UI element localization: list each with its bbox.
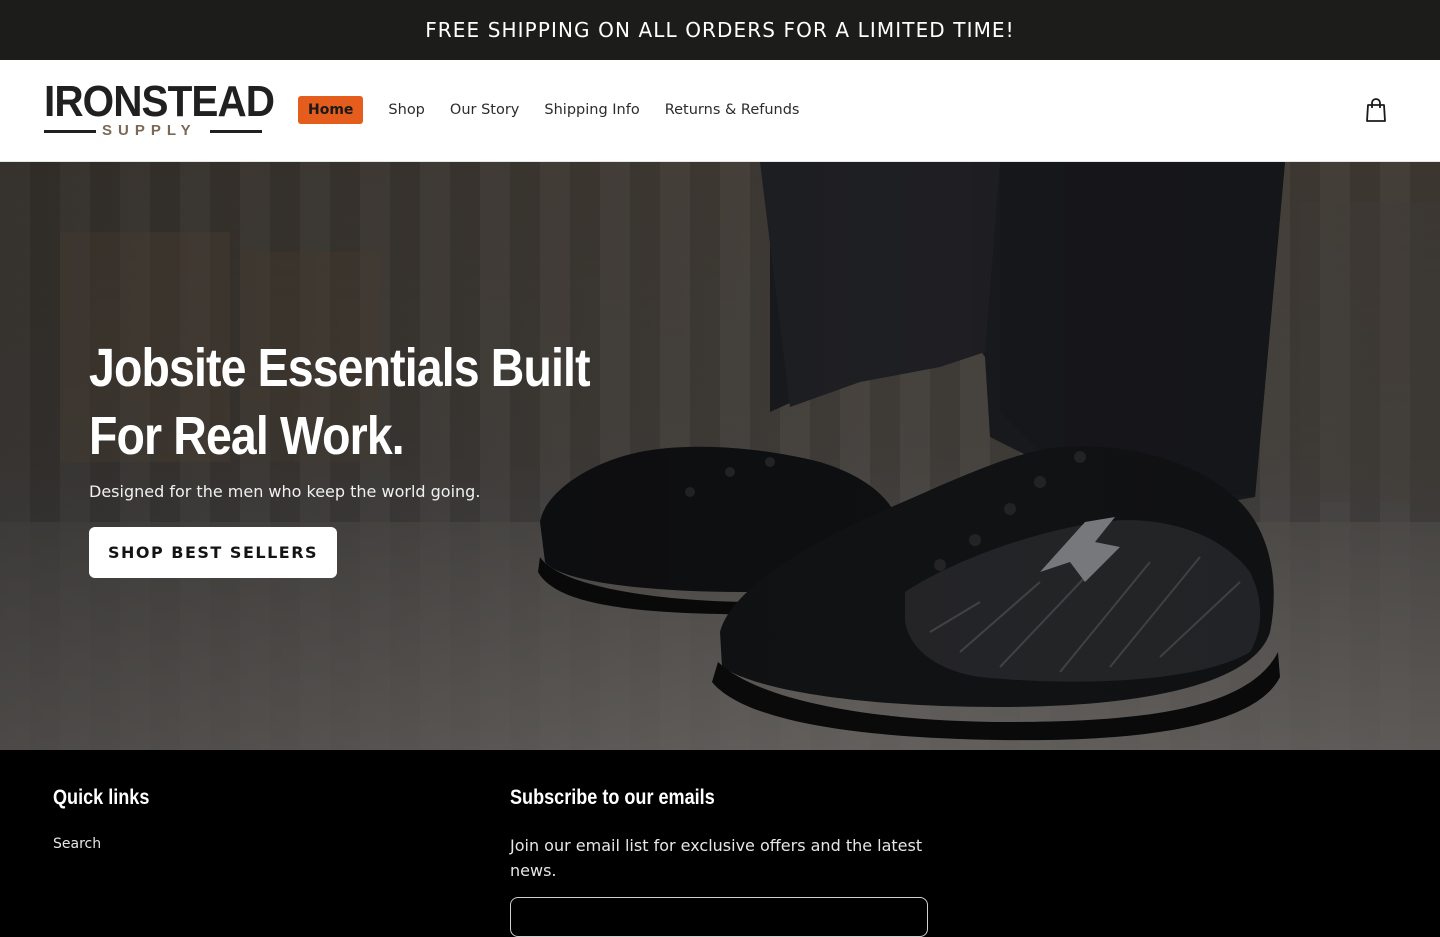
nav-item-our-story[interactable]: Our Story <box>450 96 519 124</box>
email-field[interactable] <box>510 897 928 937</box>
announcement-text: FREE SHIPPING ON ALL ORDERS FOR A LIMITE… <box>425 18 1015 42</box>
shopping-bag-icon[interactable] <box>1362 96 1390 124</box>
hero-title: Jobsite Essentials Built For Real Work. <box>89 338 591 466</box>
quick-links-heading: Quick links <box>53 786 150 809</box>
subscribe-text: Join our email list for exclusive offers… <box>510 836 923 880</box>
logo-rule-left <box>44 130 96 133</box>
announcement-bar: FREE SHIPPING ON ALL ORDERS FOR A LIMITE… <box>0 0 1440 60</box>
logo-tagline: SUPPLY <box>102 122 197 139</box>
site-header: IRONSTEAD SUPPLY Home Shop Our Story Shi… <box>0 60 1440 162</box>
hero-subtitle: Designed for the men who keep the world … <box>89 482 481 501</box>
logo-wordmark: IRONSTEAD <box>44 77 275 126</box>
footer-link-search[interactable]: Search <box>53 836 101 852</box>
hero-banner: Jobsite Essentials Built For Real Work. … <box>0 162 1440 750</box>
main-nav: Home Shop Our Story Shipping Info Return… <box>298 96 825 124</box>
site-logo[interactable]: IRONSTEAD SUPPLY <box>44 77 275 144</box>
nav-item-home[interactable]: Home <box>298 96 364 124</box>
logo-rule-right <box>210 130 262 133</box>
nav-item-shipping-info[interactable]: Shipping Info <box>544 96 639 124</box>
nav-item-shop[interactable]: Shop <box>388 96 424 124</box>
shop-best-sellers-button[interactable]: SHOP BEST SELLERS <box>89 527 337 578</box>
site-footer: Quick links Search Subscribe to our emai… <box>0 750 1440 937</box>
nav-item-returns-refunds[interactable]: Returns & Refunds <box>665 96 800 124</box>
subscribe-heading: Subscribe to our emails <box>510 786 715 809</box>
